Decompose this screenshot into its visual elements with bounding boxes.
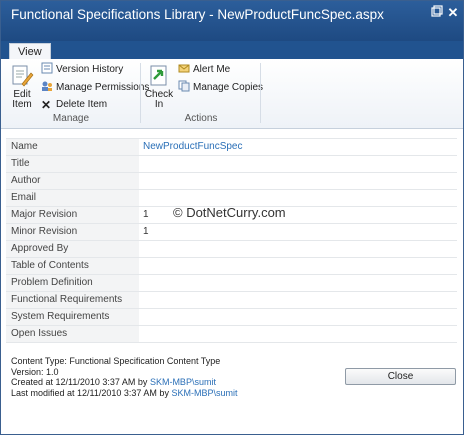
manage-permissions-label: Manage Permissions bbox=[56, 82, 150, 93]
created-by-link[interactable]: SKM-MBP\sumit bbox=[150, 377, 216, 387]
property-row: Functional Requirements bbox=[6, 291, 457, 308]
property-row: System Requirements bbox=[6, 308, 457, 325]
group-label-actions: Actions bbox=[184, 113, 218, 124]
edit-item-button[interactable]: Edit Item bbox=[7, 64, 37, 110]
ribbon-tab-bar bbox=[1, 41, 463, 59]
manage-permissions-button[interactable]: Manage Permissions bbox=[41, 80, 149, 94]
delete-item-label: Delete Item bbox=[56, 99, 108, 110]
delete-item-button[interactable]: ✕ Delete Item bbox=[41, 98, 107, 112]
property-label: System Requirements bbox=[6, 309, 139, 325]
version-history-label: Version History bbox=[56, 64, 124, 75]
property-row: Minor Revision 1 bbox=[6, 223, 457, 240]
dialog-titlebar: Functional Specifications Library - NewP… bbox=[1, 1, 463, 41]
property-label: Table of Contents bbox=[6, 258, 139, 274]
alert-me-label: Alert Me bbox=[193, 64, 231, 75]
item-footer: Content Type: Functional Specification C… bbox=[11, 356, 237, 398]
property-label: Name bbox=[6, 139, 139, 155]
delete-icon: ✕ bbox=[41, 98, 52, 112]
properties-table: Name NewProductFuncSpec Title Author Email Ma… bbox=[6, 138, 457, 343]
check-in-icon bbox=[150, 65, 167, 86]
edit-item-label-2: Item bbox=[12, 99, 32, 110]
group-separator bbox=[140, 63, 141, 123]
property-row: Approved By bbox=[6, 240, 457, 257]
modified-line: Last modified at 12/11/2010 3:37 AM by S… bbox=[11, 388, 237, 399]
alert-me-button[interactable]: Alert Me bbox=[178, 62, 230, 76]
modified-text: Last modified at 12/11/2010 3:37 AM by bbox=[11, 387, 172, 398]
name-link[interactable]: NewProductFuncSpec bbox=[143, 139, 243, 155]
content-type-text: Content Type: Functional Specification C… bbox=[11, 356, 221, 366]
property-label: Approved By bbox=[6, 241, 139, 257]
close-button[interactable]: Close bbox=[345, 368, 456, 385]
manage-copies-button[interactable]: Manage Copies bbox=[178, 80, 263, 94]
version-history-icon bbox=[41, 62, 53, 74]
group-label-manage: Manage bbox=[52, 113, 90, 124]
version-history-button[interactable]: Version History bbox=[41, 62, 123, 76]
check-in-button[interactable]: Check In bbox=[144, 64, 174, 110]
property-label: Title bbox=[6, 156, 139, 172]
created-text: Created at 12/11/2010 3:37 AM by bbox=[11, 377, 150, 387]
edit-item-icon bbox=[12, 65, 34, 87]
modified-by-link[interactable]: SKM-MBP\sumit bbox=[171, 388, 237, 398]
property-row: Open Issues bbox=[6, 325, 457, 343]
item-properties-dialog: Functional Specifications Library - NewP… bbox=[0, 0, 464, 435]
property-row: Name NewProductFuncSpec bbox=[6, 138, 457, 155]
watermark: © DotNetCurry.com bbox=[173, 205, 286, 220]
version-text: Version: 1.0 bbox=[11, 366, 59, 377]
group-separator bbox=[260, 63, 261, 123]
property-label: Author bbox=[6, 173, 139, 189]
property-label: Email bbox=[6, 190, 139, 206]
property-value: 1 bbox=[143, 209, 149, 220]
ribbon: Edit Item Version History Manage Permiss… bbox=[1, 59, 463, 129]
property-value: 1 bbox=[143, 226, 149, 237]
property-row: Title bbox=[6, 155, 457, 172]
manage-permissions-icon bbox=[42, 81, 52, 91]
alert-me-icon bbox=[178, 64, 190, 73]
property-label: Functional Requirements bbox=[6, 292, 139, 308]
property-row: Table of Contents bbox=[6, 257, 457, 274]
property-label: Problem Definition bbox=[6, 275, 139, 291]
property-row: Email bbox=[6, 189, 457, 206]
property-label: Major Revision bbox=[6, 207, 139, 223]
close-icon[interactable]: ✕ bbox=[444, 5, 462, 21]
manage-copies-label: Manage Copies bbox=[193, 82, 264, 93]
check-in-label-2: In bbox=[154, 99, 164, 110]
created-line: Created at 12/11/2010 3:37 AM by SKM-MBP… bbox=[11, 377, 237, 388]
property-row: Problem Definition bbox=[6, 274, 457, 291]
property-row: Author bbox=[6, 172, 457, 189]
manage-copies-icon bbox=[178, 80, 190, 92]
dialog-title: Functional Specifications Library - NewP… bbox=[11, 7, 384, 22]
property-label: Minor Revision bbox=[6, 224, 139, 240]
property-label: Open Issues bbox=[6, 326, 139, 342]
